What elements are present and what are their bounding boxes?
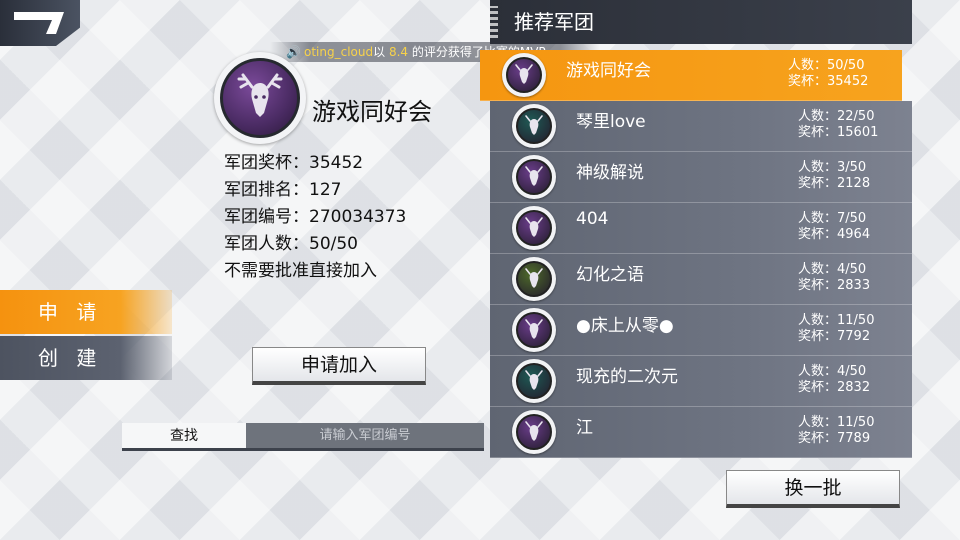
guild-list-meta: 人数：50/50 奖杯：35452 xyxy=(788,58,868,90)
eagle-emblem-icon xyxy=(516,108,552,144)
guild-name: 游戏同好会 xyxy=(312,98,432,126)
deer-emblem-icon xyxy=(237,73,283,117)
wolf-emblem-icon xyxy=(516,210,552,246)
guild-id-search-input[interactable] xyxy=(246,423,484,451)
guild-list-meta: 人数：22/50 奖杯：15601 xyxy=(798,109,878,141)
guild-list-meta: 人数：4/50 奖杯：2832 xyxy=(798,364,870,396)
guild-list-members: 人数：4/50 xyxy=(798,364,867,379)
guild-list-trophies: 奖杯：7789 xyxy=(798,431,871,446)
guild-list-item[interactable]: 琴里love 人数：22/50 奖杯：15601 xyxy=(490,101,912,152)
deer-emblem-icon xyxy=(506,57,542,93)
guild-list-item[interactable]: 神级解说 人数：3/50 奖杯：2128 xyxy=(490,152,912,203)
guild-list-trophies: 奖杯：7792 xyxy=(798,329,871,344)
guild-rank: 军团排名：127 xyxy=(224,180,342,200)
guild-emblem xyxy=(512,257,556,301)
guild-emblem xyxy=(512,206,556,250)
ticker-score: 8.4 xyxy=(388,45,409,59)
guild-list-meta: 人数：11/50 奖杯：7792 xyxy=(798,313,874,345)
guild-list-item[interactable]: 幻化之语 人数：4/50 奖杯：2833 xyxy=(490,254,912,305)
recommended-guild-list: 游戏同好会 人数：50/50 奖杯：35452 琴里love 人数：22/50 奖杯：15… xyxy=(480,50,912,458)
serpent-emblem-icon xyxy=(516,261,552,297)
back-button[interactable] xyxy=(0,0,80,46)
guild-list-members: 人数：7/50 xyxy=(798,211,867,226)
guild-emblem xyxy=(512,104,556,148)
guild-list-item[interactable]: 游戏同好会 人数：50/50 奖杯：35452 xyxy=(480,50,902,101)
guild-list-meta: 人数：11/50 奖杯：7789 xyxy=(798,415,874,447)
guild-list-trophies: 奖杯：4964 xyxy=(798,227,871,242)
guild-list-item[interactable]: 404 人数：7/50 奖杯：4964 xyxy=(490,203,912,254)
guild-emblem xyxy=(512,359,556,403)
guild-id: 军团编号：270034373 xyxy=(224,207,407,227)
guild-emblem xyxy=(512,155,556,199)
guild-list-item[interactable]: 现充的二次元 人数：4/50 奖杯：2832 xyxy=(490,356,912,407)
guild-list-members: 人数：50/50 xyxy=(788,58,865,73)
deer-emblem-icon xyxy=(516,414,552,450)
guild-list-item[interactable]: 江 人数：11/50 奖杯：7789 xyxy=(490,407,912,458)
guild-list-trophies: 奖杯：2832 xyxy=(798,380,871,395)
recommend-header: 推荐军团 xyxy=(490,0,912,44)
guild-list-name: 神级解说 xyxy=(576,163,644,183)
deer-emblem-icon xyxy=(516,159,552,195)
refresh-button[interactable]: 换一批 xyxy=(726,470,900,508)
guild-list-name: 江 xyxy=(576,418,593,438)
guild-list-name: ●床上从零● xyxy=(576,316,674,336)
header-stripes xyxy=(490,6,498,38)
guild-list-meta: 人数：7/50 奖杯：4964 xyxy=(798,211,870,243)
eagle-emblem-icon xyxy=(516,363,552,399)
ticker-text-a: 以 xyxy=(373,45,389,59)
guild-list-members: 人数：11/50 xyxy=(798,415,875,430)
tab-apply[interactable]: 申 请 xyxy=(0,290,172,334)
guild-join-policy: 不需要批准直接加入 xyxy=(224,261,377,281)
guild-emblem xyxy=(512,308,556,352)
wolf-emblem-icon xyxy=(516,312,552,348)
guild-list-name: 幻化之语 xyxy=(576,265,644,285)
back-arrow-icon xyxy=(14,12,64,34)
guild-list-trophies: 奖杯：2833 xyxy=(798,278,871,293)
guild-emblem xyxy=(512,410,556,454)
speaker-icon: 🔊 xyxy=(286,45,301,59)
guild-list-meta: 人数：3/50 奖杯：2128 xyxy=(798,160,870,192)
guild-list-trophies: 奖杯：15601 xyxy=(798,125,879,140)
guild-list-trophies: 奖杯：2128 xyxy=(798,176,871,191)
search-button[interactable]: 查找 xyxy=(122,423,246,451)
guild-list-members: 人数：4/50 xyxy=(798,262,867,277)
guild-list-item[interactable]: ●床上从零● 人数：11/50 奖杯：7792 xyxy=(490,305,912,356)
ticker-player: oting_cloud xyxy=(304,45,374,59)
guild-list-name: 琴里love xyxy=(576,112,646,132)
tab-create[interactable]: 创 建 xyxy=(0,336,172,380)
recommend-title: 推荐军团 xyxy=(514,10,594,34)
guild-list-name: 404 xyxy=(576,209,609,229)
guild-emblem xyxy=(502,53,546,97)
join-guild-button[interactable]: 申请加入 xyxy=(252,347,426,385)
guild-list-members: 人数：3/50 xyxy=(798,160,867,175)
guild-members: 军团人数：50/50 xyxy=(224,234,358,254)
guild-stats: 军团奖杯：35452 军团排名：127 军团编号：270034373 军团人数：… xyxy=(224,150,406,285)
guild-list-name: 现充的二次元 xyxy=(576,367,678,387)
guild-emblem xyxy=(214,52,306,144)
guild-list-members: 人数：22/50 xyxy=(798,109,875,124)
guild-list-name: 游戏同好会 xyxy=(566,61,651,81)
guild-list-meta: 人数：4/50 奖杯：2833 xyxy=(798,262,870,294)
guild-trophies: 军团奖杯：35452 xyxy=(224,153,364,173)
guild-list-members: 人数：11/50 xyxy=(798,313,875,328)
guild-list-trophies: 奖杯：35452 xyxy=(788,74,869,89)
